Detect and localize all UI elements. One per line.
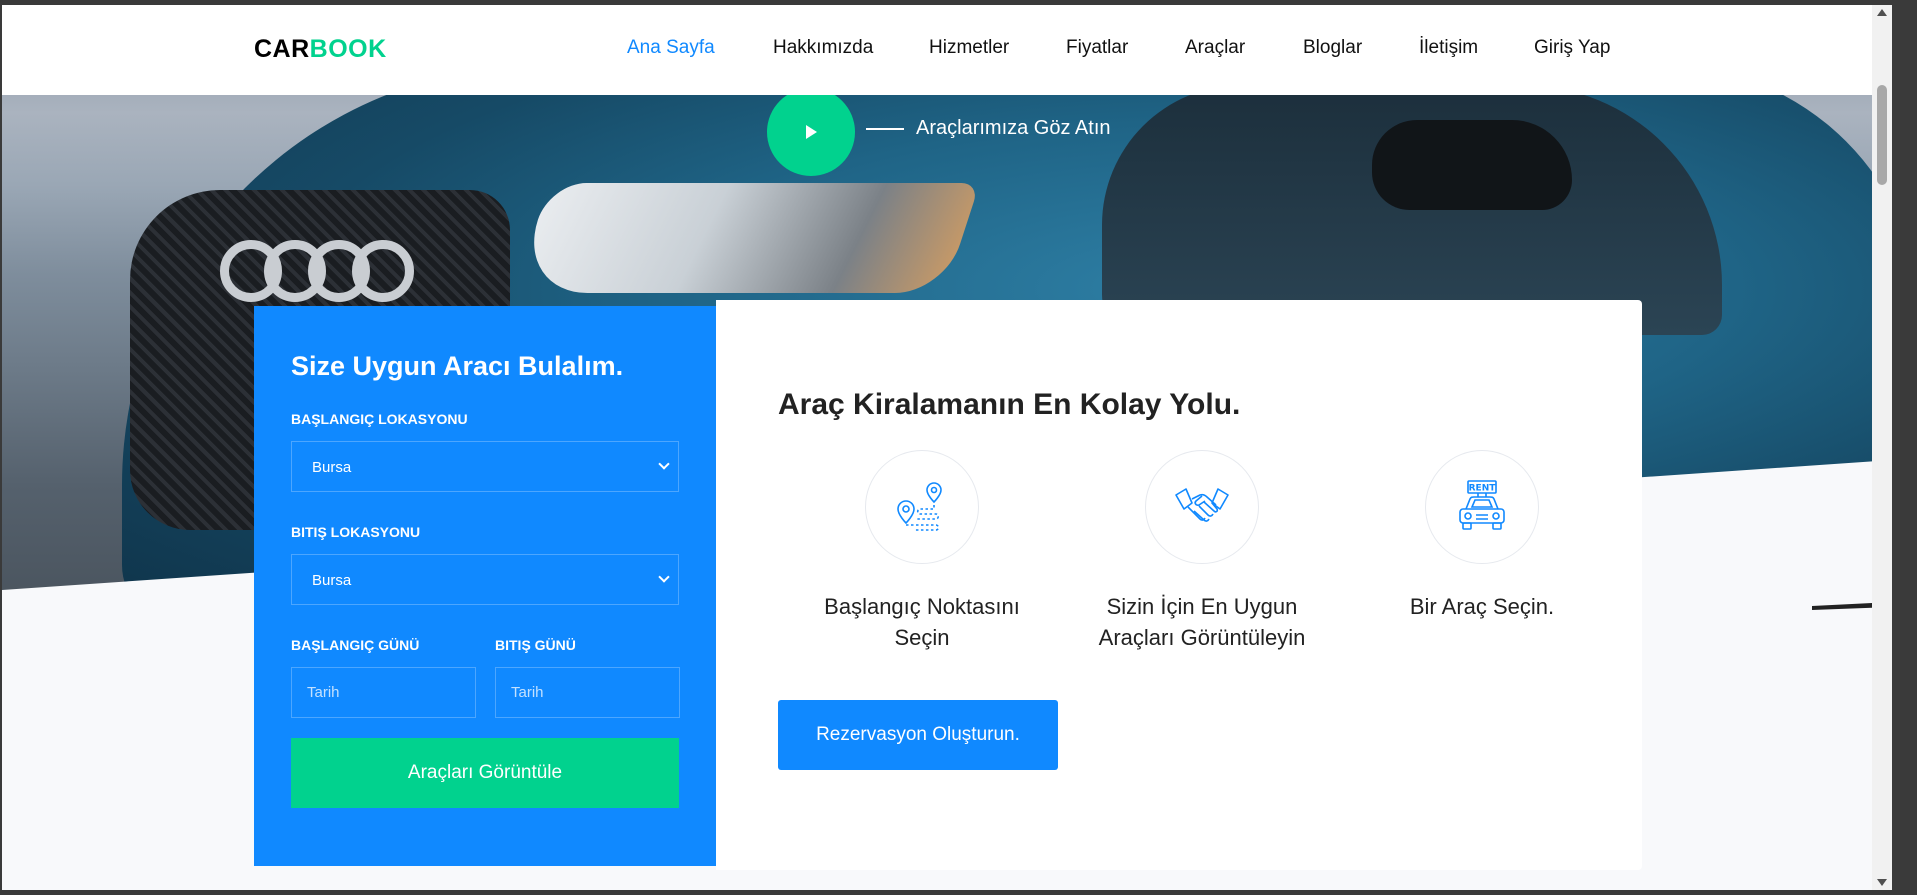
step-icon-circle xyxy=(1145,450,1259,564)
browser-viewport: CARBOOK Ana Sayfa Hakkımızda Hizmetler F… xyxy=(2,5,1892,890)
brand-part-book: BOOK xyxy=(309,35,387,63)
brand-logo[interactable]: CARBOOK xyxy=(254,35,387,64)
car-search-panel: Size Uygun Aracı Bulalım. BAŞLANGIÇ LOKA… xyxy=(254,306,716,866)
step-caption-line: Sizin İçin En Uygun xyxy=(1106,594,1298,619)
scroll-down-arrow-icon[interactable] xyxy=(1877,879,1887,886)
vertical-scrollbar[interactable] xyxy=(1872,5,1892,890)
navbar: CARBOOK Ana Sayfa Hakkımızda Hizmetler F… xyxy=(2,5,1892,95)
start-date-label: BAŞLANGIÇ GÜNÜ xyxy=(291,637,420,653)
start-location-label: BAŞLANGIÇ LOKASYONU xyxy=(291,411,468,427)
create-reservation-button[interactable]: Rezervasyon Oluşturun. xyxy=(778,700,1058,770)
scroll-up-arrow-icon[interactable] xyxy=(1877,9,1887,16)
step-caption-line: Bir Araç Seçin. xyxy=(1409,594,1555,619)
nav-item-iletisim[interactable]: İletişim xyxy=(1419,37,1478,59)
end-location-value: Bursa xyxy=(312,572,352,589)
step-item: RENT Bir Araç Seçin. xyxy=(1342,450,1622,622)
chevron-down-icon xyxy=(658,458,670,470)
view-cars-button[interactable]: Araçları Görüntüle xyxy=(291,738,679,808)
nav-item-araclar[interactable]: Araçlar xyxy=(1185,37,1245,59)
step-icon-circle xyxy=(865,450,979,564)
play-divider-line xyxy=(866,128,904,130)
start-date-input[interactable] xyxy=(291,667,476,718)
end-date-label: BITIŞ GÜNÜ xyxy=(495,637,576,653)
how-it-works-title: Araç Kiralamanın En Kolay Yolu. xyxy=(778,388,1241,421)
step-item: Başlangıç Noktasını Seçin xyxy=(782,450,1062,653)
end-location-select[interactable]: Bursa xyxy=(291,554,679,605)
nav-item-bloglar[interactable]: Bloglar xyxy=(1303,37,1362,59)
step-item: Sizin İçin En Uygun Araçları Görüntüleyi… xyxy=(1062,450,1342,653)
rent-car-icon: RENT xyxy=(1459,480,1505,530)
how-it-works-card: Araç Kiralamanın En Kolay Yolu. Başlangı… xyxy=(716,300,1642,870)
start-location-value: Bursa xyxy=(312,459,352,476)
end-location-label: BITIŞ LOKASYONU xyxy=(291,524,421,540)
step-caption-line: Başlangıç Noktasını xyxy=(824,594,1020,619)
nav-item-fiyatlar[interactable]: Fiyatlar xyxy=(1066,37,1128,59)
play-video-button[interactable] xyxy=(767,88,855,176)
step-caption: Başlangıç Noktasını Seçin xyxy=(782,591,1062,653)
step-caption: Sizin İçin En Uygun Araçları Görüntüleyi… xyxy=(1062,591,1342,653)
nav-item-giris-yap[interactable]: Giriş Yap xyxy=(1534,37,1610,59)
route-pin-icon xyxy=(897,482,942,531)
search-title: Size Uygun Aracı Bulalım. xyxy=(291,351,624,381)
brand-part-car: CAR xyxy=(254,35,310,63)
end-date-input[interactable] xyxy=(495,667,680,718)
nav-item-hakkimizda[interactable]: Hakkımızda xyxy=(773,37,873,59)
nav-item-hizmetler[interactable]: Hizmetler xyxy=(929,37,1009,59)
handshake-icon xyxy=(1175,488,1229,522)
step-caption-line: Araçları Görüntüleyin xyxy=(1098,625,1306,650)
play-video-label[interactable]: Araçlarımıza Göz Atın xyxy=(916,117,1111,140)
scrollbar-thumb[interactable] xyxy=(1877,85,1887,185)
chevron-down-icon xyxy=(658,571,670,583)
step-caption: Bir Araç Seçin. xyxy=(1342,591,1622,622)
step-icon-circle: RENT xyxy=(1425,450,1539,564)
nav-item-ana-sayfa[interactable]: Ana Sayfa xyxy=(627,37,715,59)
step-caption-line: Seçin xyxy=(894,625,950,650)
svg-text:RENT: RENT xyxy=(1469,484,1497,494)
start-location-select[interactable]: Bursa xyxy=(291,441,679,492)
